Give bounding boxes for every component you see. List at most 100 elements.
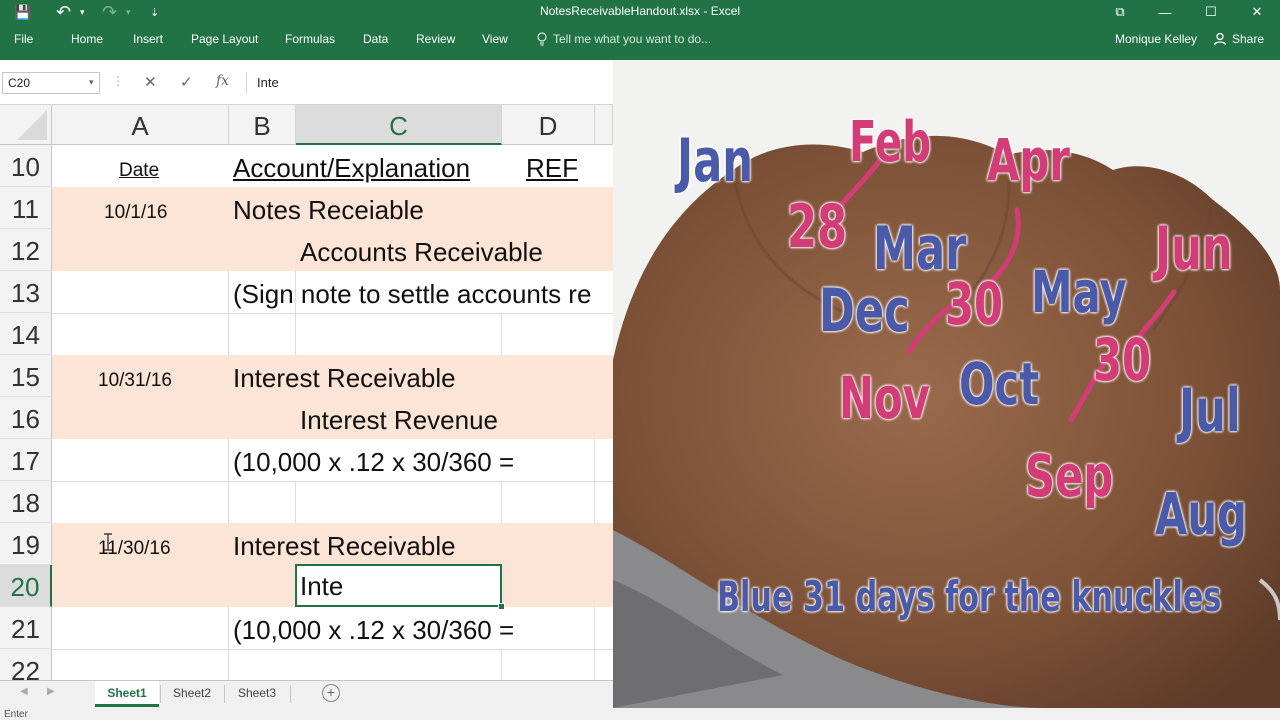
minimize-icon[interactable]: — [1142,0,1188,24]
title-bar: 💾 ↶ ▾ ↷ ▾ ⇣ NotesReceivableHandout.xlsx … [0,0,1280,60]
month-label-aug: Aug [1155,480,1247,548]
month-label-dec: Dec [819,276,910,346]
column-header-a[interactable]: A [52,105,229,145]
cell-b15[interactable]: Interest Receivable [233,363,456,394]
tab-formulas[interactable]: Formulas [285,32,335,46]
cancel-icon[interactable]: ✕ [144,73,157,91]
next-sheet-icon[interactable]: ▶ [47,686,55,697]
text-cursor-icon [104,533,112,551]
month-label-jan: Jan [677,126,753,196]
sheet-tab-sheet3[interactable]: Sheet3 [225,681,289,707]
month-label-nov: Nov [839,364,930,432]
tab-view[interactable]: View [482,32,508,46]
gridline [295,481,296,523]
insert-function-icon[interactable]: fx [216,73,229,89]
month-label-apr: Apr [987,126,1070,194]
cell-c16[interactable]: Interest Revenue [300,405,498,436]
apr-days-label: 30 [945,270,1004,338]
gridline [594,607,595,680]
enter-icon[interactable]: ✓ [180,73,193,91]
row-header-15[interactable]: 15 [0,355,52,397]
tab-page-layout[interactable]: Page Layout [191,32,258,46]
share-label: Share [1232,32,1265,46]
ribbon-display-options-icon[interactable]: ⧉ [1097,0,1143,24]
gridline [501,649,502,680]
row-header-17[interactable]: 17 [0,439,52,481]
gridline [228,607,229,680]
app-window: 💾 ↶ ▾ ↷ ▾ ⇣ NotesReceivableHandout.xlsx … [0,0,1280,720]
gridline [52,313,613,314]
sheet-tabs-bar: ◀ ▶ Sheet1 Sheet2 Sheet3 + [0,680,613,708]
tell-me-label: Tell me what you want to do... [553,32,712,46]
tab-divider [290,685,291,703]
cell-b19[interactable]: Interest Receivable [233,531,456,562]
tab-review[interactable]: Review [416,32,455,46]
active-cell-c20[interactable]: Inte [295,564,502,607]
row-header-20[interactable]: 20 [0,565,52,607]
knuckles-caption: Blue 31 days for the knuckles [717,572,1222,621]
cell-c12[interactable]: Accounts Receivable [300,237,543,268]
tab-data[interactable]: Data [363,32,388,46]
row-header-18[interactable]: 18 [0,481,52,523]
row-header-22[interactable]: 22 [0,649,52,680]
column-header-e[interactable] [595,105,613,145]
gridline [501,313,502,355]
gridline [501,481,502,523]
row-header-14[interactable]: 14 [0,313,52,355]
cell-a15[interactable]: 10/31/16 [98,370,172,392]
status-mode: Enter [4,709,28,720]
close-icon[interactable]: ✕ [1234,0,1280,24]
row-header-10[interactable]: 10 [0,145,52,187]
cell-b21[interactable]: (10,000 x .12 x 30/360 = [233,615,514,646]
sheet-tab-sheet2[interactable]: Sheet2 [161,681,223,707]
name-box-value: C20 [8,76,31,90]
select-all-triangle-icon [17,110,47,140]
sheet-tab-sheet1[interactable]: Sheet1 [95,681,159,707]
month-label-sep: Sep [1025,442,1114,510]
window-title: NotesReceivableHandout.xlsx - Excel [539,4,741,18]
tab-insert[interactable]: Insert [133,32,163,46]
formula-bar-grip-icon[interactable]: ⋮ [112,74,124,88]
formula-input[interactable]: Inte [246,72,613,94]
share-button[interactable]: Share [1213,32,1264,46]
row-header-11[interactable]: 11 [0,187,52,229]
column-header-c[interactable]: C [296,105,502,145]
row-header-12[interactable]: 12 [0,229,52,271]
month-label-feb: Feb [849,110,932,175]
column-header-d[interactable]: D [502,105,595,145]
tell-me-search[interactable]: Tell me what you want to do... [536,32,711,46]
name-box-dropdown-icon[interactable]: ▾ [89,77,94,88]
row-header-21[interactable]: 21 [0,607,52,649]
previous-sheet-icon[interactable]: ◀ [20,686,28,697]
name-box[interactable]: C20 ▾ [2,72,100,94]
select-all-button[interactable] [0,105,52,145]
row-header-19[interactable]: 19 [0,523,52,565]
knuckle-mnemonic-image: Jan Feb 28 Apr Mar 30 Jun Dec May 30 Nov… [613,60,1280,708]
cell-b10[interactable]: Account/Explanation [233,153,470,184]
row-header-13[interactable]: 13 [0,271,52,313]
cell-a11[interactable]: 10/1/16 [104,202,167,224]
cell-b17[interactable]: (10,000 x .12 x 30/360 = [233,447,514,478]
month-label-jul: Jul [1179,376,1241,446]
row-header-16[interactable]: 16 [0,397,52,439]
user-name[interactable]: Monique Kelley [1115,32,1197,46]
jun-days-label: 30 [1093,326,1152,394]
gridline [52,481,613,482]
person-icon [1213,32,1227,46]
fill-handle[interactable] [498,603,505,610]
cell-b13[interactable]: (Sign note to settle accounts re [233,279,591,310]
maximize-icon[interactable]: ☐ [1188,0,1234,24]
cell-a10[interactable]: Date [119,160,159,182]
cell-c20: Inte [300,571,344,601]
column-header-b[interactable]: B [229,105,296,145]
feb-days-label: 28 [787,192,848,262]
add-sheet-icon[interactable]: + [322,684,340,702]
cell-d10[interactable]: REF [526,153,578,184]
gridline [52,649,613,650]
tab-home[interactable]: Home [71,32,103,46]
formula-bar: C20 ▾ ⋮ ✕ ✓ fx Inte [0,60,613,105]
month-label-jun: Jun [1155,214,1233,284]
cell-b11[interactable]: Notes Receiable [233,195,424,226]
status-bar: Enter [0,708,1280,720]
tab-file[interactable]: File [14,32,33,46]
